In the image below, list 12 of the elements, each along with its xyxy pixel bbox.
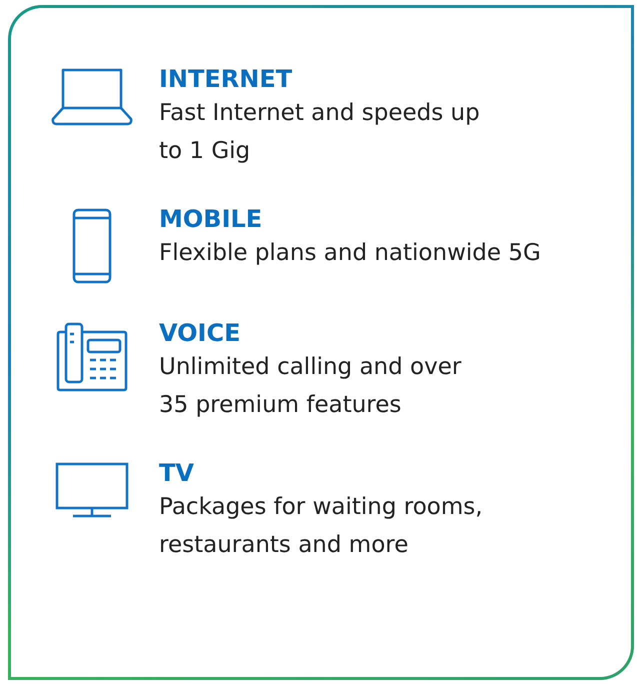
service-title: TV bbox=[159, 458, 195, 488]
smartphone-icon bbox=[72, 208, 112, 284]
service-description: Fast Internet and speeds up to 1 Gig bbox=[159, 99, 480, 166]
service-title: VOICE bbox=[159, 318, 242, 348]
monitor-icon bbox=[55, 462, 129, 518]
laptop-icon bbox=[51, 68, 133, 126]
service-description: Unlimited calling and over 35 premium features bbox=[159, 353, 462, 420]
service-description: Flexible plans and nationwide 5G bbox=[159, 239, 541, 268]
service-description: Packages for waiting rooms, restaurants and more bbox=[159, 493, 483, 560]
service-title: MOBILE bbox=[159, 204, 264, 234]
service-title: INTERNET bbox=[159, 64, 294, 94]
desk-phone-icon bbox=[56, 322, 128, 392]
